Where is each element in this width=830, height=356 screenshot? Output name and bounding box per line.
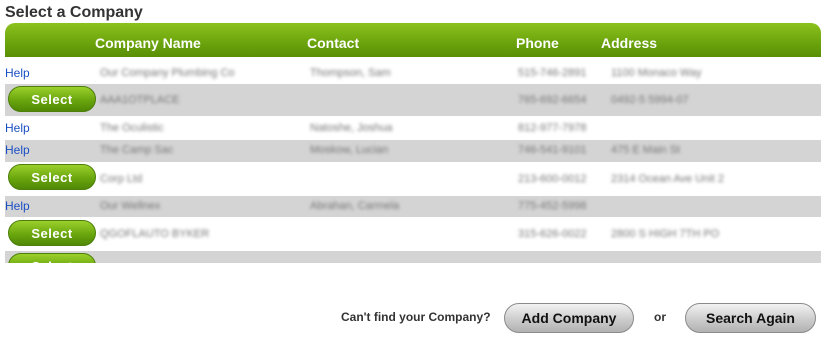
table-row: Select AAA1OTPLACE 765-692-6654 0492-5 5… <box>5 84 821 116</box>
company-name-cell: Corp Ltd <box>100 173 143 185</box>
phone-cell: 765-692-6654 <box>518 94 587 106</box>
contact-cell: Natoshe, Joshua <box>310 122 393 134</box>
address-cell: 2800 S HIGH 7TH PO <box>611 228 720 240</box>
address-cell: 1100 Monaco Way <box>611 67 702 79</box>
company-name-cell: Our Wellnex <box>100 200 161 212</box>
table-row: Select QGOFLAUTO BYKER 315-626-0022 2800… <box>5 217 821 251</box>
header-phone: Phone <box>516 35 559 51</box>
phone-cell: 812-977-7978 <box>518 122 587 134</box>
company-table: Company Name Contact Phone Address Help … <box>5 23 821 263</box>
table-row: Select Corp Ltd 213-600-0012 2314 Ocean … <box>5 162 821 196</box>
cant-find-prompt: Can't find your Company? <box>341 310 491 324</box>
add-company-button[interactable]: Add Company <box>504 303 634 333</box>
help-link[interactable]: Help <box>5 199 30 213</box>
company-name-cell: The Oculistic <box>100 122 164 134</box>
company-name-cell: The Camp Sac <box>100 144 174 156</box>
phone-cell: 746-541-9101 <box>518 144 587 156</box>
help-link[interactable]: Help <box>5 66 30 80</box>
address-cell: 2314 Ocean Ave Unit 2 <box>611 173 724 185</box>
header-address: Address <box>601 35 658 51</box>
select-button[interactable]: Select <box>8 253 96 263</box>
or-separator: or <box>654 310 666 324</box>
address-cell: 475 E Main St <box>611 144 681 156</box>
contact-cell: Abrahan, Carmela <box>310 200 400 212</box>
company-name-cell: Our Company Plumbing Co <box>100 67 235 79</box>
contact-cell: Thompson, Sam <box>310 67 391 79</box>
phone-cell: 775-452-5998 <box>518 200 587 212</box>
phone-cell: 213-600-0012 <box>518 173 587 185</box>
table-row: Help Our Company Plumbing Co Thompson, S… <box>5 57 821 84</box>
help-link[interactable]: Help <box>5 121 30 135</box>
phone-cell: 315-626-0022 <box>518 228 587 240</box>
table-row: Select <box>5 251 821 263</box>
help-link[interactable]: Help <box>5 143 30 157</box>
company-name-cell: QGOFLAUTO BYKER <box>100 228 210 240</box>
table-row: Help Our Wellnex Abrahan, Carmela 775-45… <box>5 196 821 217</box>
table-row: Help The Oculistic Natoshe, Joshua 812-9… <box>5 116 821 140</box>
search-again-button[interactable]: Search Again <box>685 303 816 333</box>
header-contact: Contact <box>307 35 360 51</box>
contact-cell: Moskow, Lucian <box>310 144 389 156</box>
phone-cell: 515-746-2891 <box>518 67 587 79</box>
select-button[interactable]: Select <box>8 220 96 246</box>
select-button[interactable]: Select <box>8 164 96 190</box>
header-company-name: Company Name <box>95 35 201 51</box>
select-button[interactable]: Select <box>8 86 96 112</box>
page-title: Select a Company <box>5 4 143 21</box>
table-header: Company Name Contact Phone Address <box>5 23 821 57</box>
address-cell: 0492-5 5994-07 <box>611 94 689 106</box>
table-row: Help The Camp Sac Moskow, Lucian 746-541… <box>5 140 821 162</box>
company-name-cell: AAA1OTPLACE <box>100 94 180 106</box>
